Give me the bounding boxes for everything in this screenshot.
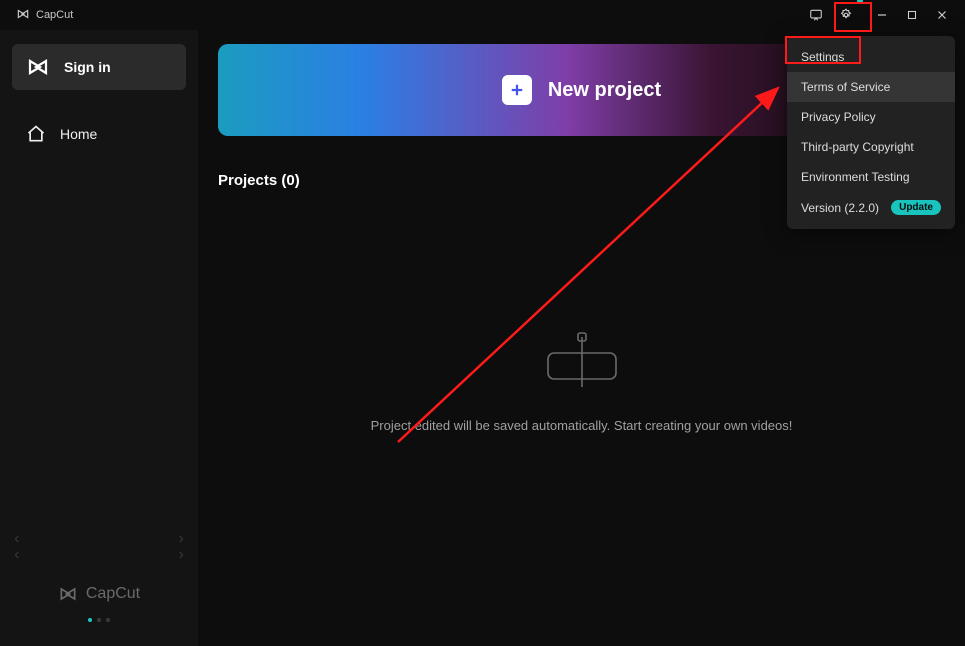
- window-controls: [801, 0, 957, 30]
- maximize-button[interactable]: [897, 0, 927, 30]
- new-project-label: New project: [548, 79, 661, 102]
- footer-brand-label: CapCut: [86, 585, 140, 603]
- pager-dot[interactable]: [106, 618, 110, 622]
- carousel-pager[interactable]: [88, 618, 110, 622]
- feedback-icon[interactable]: [801, 0, 831, 30]
- sidebar: Sign in Home CapCut: [0, 30, 198, 646]
- home-icon: [26, 124, 46, 144]
- menu-item-copyright[interactable]: Third-party Copyright: [787, 132, 955, 162]
- empty-message: Project edited will be saved automatical…: [371, 418, 793, 433]
- titlebar: CapCut: [0, 0, 965, 30]
- plus-icon: [502, 75, 532, 105]
- signin-button[interactable]: Sign in: [12, 44, 186, 90]
- update-badge: Update: [891, 200, 941, 215]
- brand-icon: [16, 7, 30, 24]
- signin-icon: [26, 55, 50, 79]
- menu-item-version[interactable]: Version (2.2.0) Update: [787, 192, 955, 223]
- empty-illustration-icon: [534, 329, 630, 394]
- footer-brand: CapCut: [58, 584, 140, 604]
- brand: CapCut: [16, 7, 73, 24]
- menu-item-label: Terms of Service: [801, 80, 890, 94]
- close-button[interactable]: [927, 0, 957, 30]
- menu-item-env-testing[interactable]: Environment Testing: [787, 162, 955, 192]
- menu-item-terms[interactable]: Terms of Service: [787, 72, 955, 102]
- settings-menu: Settings Terms of Service Privacy Policy…: [787, 36, 955, 229]
- menu-item-label: Settings: [801, 50, 844, 64]
- empty-state: Project edited will be saved automatical…: [218, 329, 945, 433]
- settings-icon[interactable]: [831, 0, 861, 30]
- menu-item-label: Third-party Copyright: [801, 140, 914, 154]
- brand-text: CapCut: [36, 9, 73, 21]
- menu-item-privacy[interactable]: Privacy Policy: [787, 102, 955, 132]
- carousel-next-icon[interactable]: [176, 534, 186, 560]
- minimize-button[interactable]: [867, 0, 897, 30]
- signin-label: Sign in: [64, 59, 111, 75]
- sidebar-footer: CapCut: [12, 584, 186, 632]
- menu-item-settings[interactable]: Settings: [787, 42, 955, 72]
- carousel-prev-icon[interactable]: [12, 534, 22, 560]
- home-label: Home: [60, 126, 97, 142]
- pager-dot[interactable]: [97, 618, 101, 622]
- menu-item-label: Version (2.2.0): [801, 201, 879, 215]
- notification-dot-icon: [857, 0, 863, 4]
- sidebar-item-home[interactable]: Home: [12, 114, 186, 154]
- menu-item-label: Privacy Policy: [801, 110, 876, 124]
- pager-dot[interactable]: [88, 618, 92, 622]
- menu-item-label: Environment Testing: [801, 170, 910, 184]
